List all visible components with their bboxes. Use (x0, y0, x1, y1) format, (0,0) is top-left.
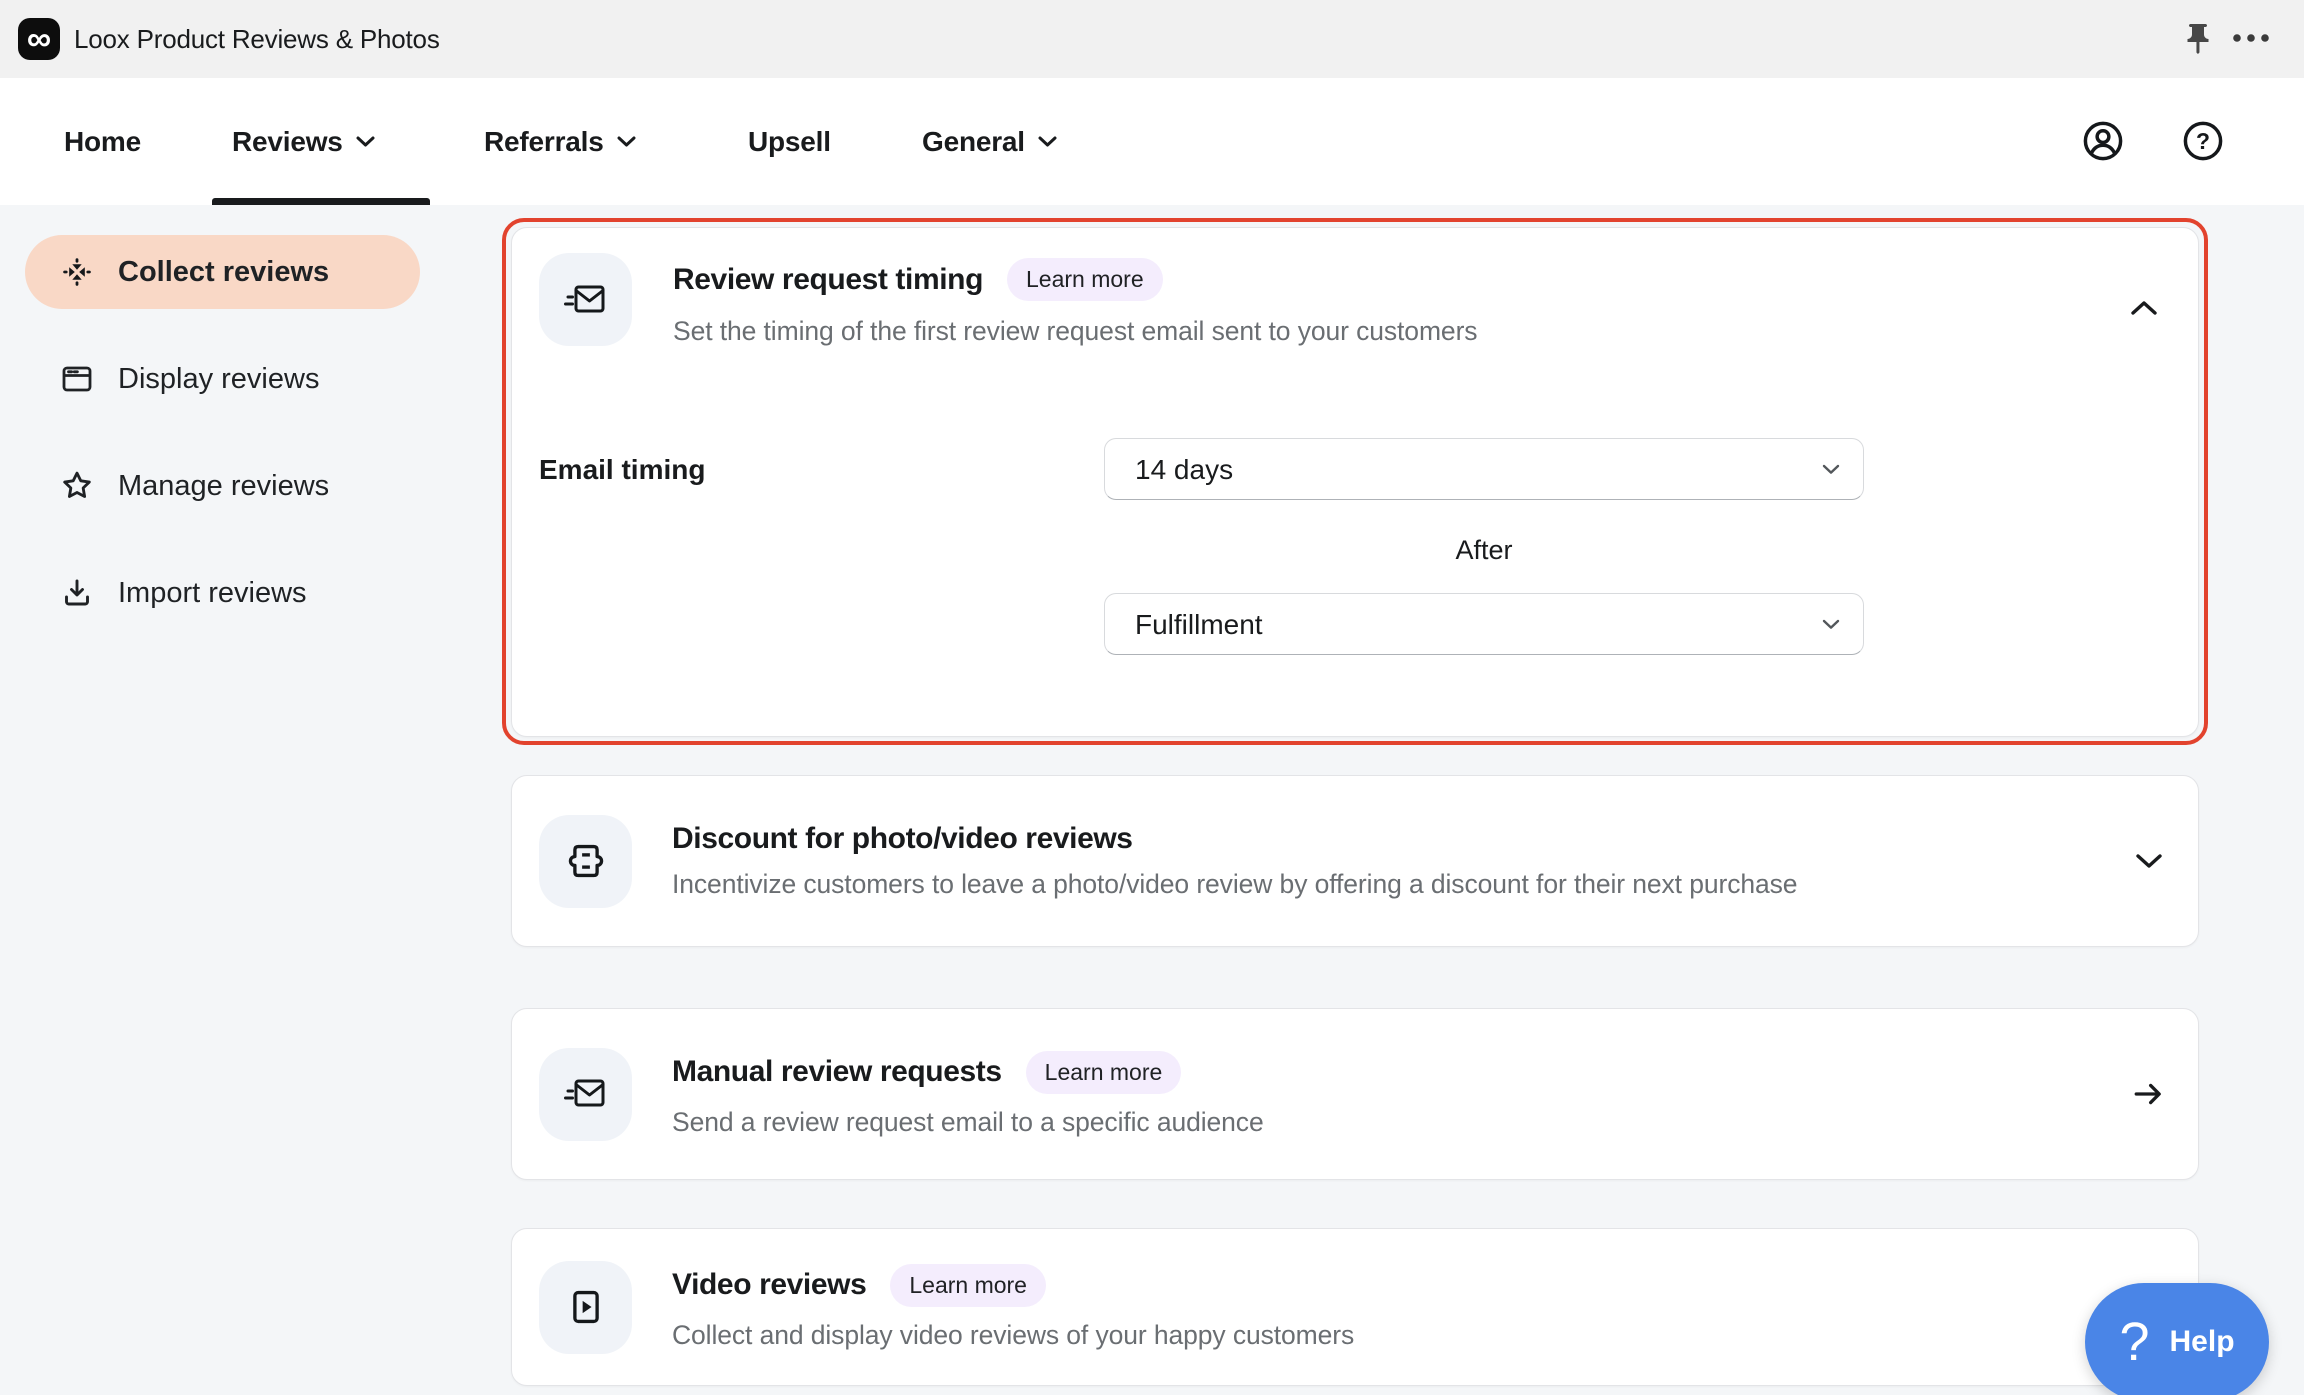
pin-icon[interactable] (2180, 21, 2216, 57)
card-review-request-timing: Review request timing Learn more Set the… (511, 227, 2199, 737)
card-title: Review request timing (673, 263, 983, 297)
app-top-bar: ∞ Loox Product Reviews & Photos (0, 0, 2304, 78)
nav-tab-reviews[interactable]: Reviews (232, 78, 376, 205)
card-title: Video reviews (672, 1268, 866, 1302)
sidebar-item-import-reviews[interactable]: Import reviews (25, 556, 420, 630)
chevron-down-icon (1037, 135, 1058, 148)
card-header-text: Discount for photo/video reviews Incenti… (672, 822, 1797, 900)
card-subtitle: Send a review request email to a specifi… (672, 1107, 1264, 1138)
loox-app-window: ∞ Loox Product Reviews & Photos Home Rev… (0, 0, 2304, 1395)
overflow-menu-icon[interactable] (2230, 31, 2272, 45)
ticket-icon (539, 815, 632, 908)
nav-tab-general[interactable]: General (922, 78, 1058, 205)
nav-tab-reviews-label: Reviews (232, 126, 343, 158)
sidebar-item-label: Display reviews (118, 363, 319, 396)
sidebar-item-manage-reviews[interactable]: Manage reviews (25, 449, 420, 523)
send-mail-icon (539, 1048, 632, 1141)
send-mail-icon (539, 253, 632, 346)
collect-arrows-icon (59, 254, 95, 290)
sidebar-item-display-reviews[interactable]: Display reviews (25, 342, 420, 416)
email-timing-select-wrap: 14 days (1104, 438, 1864, 500)
card-subtitle: Set the timing of the first review reque… (673, 316, 1477, 347)
nav-tab-referrals[interactable]: Referrals (484, 78, 637, 205)
card-header-text: Manual review requests Learn more Send a… (672, 1051, 1264, 1138)
account-icon[interactable] (2081, 119, 2125, 163)
loox-logo-icon: ∞ (18, 18, 60, 60)
card-title: Discount for photo/video reviews (672, 822, 1133, 856)
card-video-reviews[interactable]: Video reviews Learn more Collect and dis… (511, 1228, 2199, 1386)
browser-window-icon (59, 361, 95, 397)
card-subtitle: Incentivize customers to leave a photo/v… (672, 869, 1797, 900)
nav-tab-home-label: Home (64, 126, 141, 158)
sidebar-item-collect-reviews[interactable]: Collect reviews (25, 235, 420, 309)
collapse-chevron-up-icon[interactable] (2119, 290, 2169, 326)
card-header-text: Video reviews Learn more Collect and dis… (672, 1264, 1354, 1351)
nav-tab-general-label: General (922, 126, 1025, 158)
expand-chevron-down-icon[interactable] (2134, 852, 2164, 870)
card-manual-review-requests[interactable]: Manual review requests Learn more Send a… (511, 1008, 2199, 1180)
nav-tab-home[interactable]: Home (64, 78, 141, 205)
nav-tab-referrals-label: Referrals (484, 126, 604, 158)
chevron-down-icon (616, 135, 637, 148)
card-subtitle: Collect and display video reviews of you… (672, 1320, 1354, 1351)
question-mark-glyph: ? (2119, 1315, 2149, 1369)
after-connector-text: After (1104, 535, 1864, 566)
import-download-icon (59, 575, 95, 611)
sidebar-item-label: Manage reviews (118, 470, 329, 503)
timing-event-select[interactable]: Fulfillment (1104, 593, 1864, 655)
svg-text:?: ? (2196, 128, 2210, 154)
content-area: Collect reviews Display reviews (0, 205, 2304, 1395)
learn-more-badge[interactable]: Learn more (1007, 258, 1163, 301)
star-icon (59, 468, 95, 504)
timing-event-select-wrap: Fulfillment (1104, 593, 1864, 655)
card-discount-photo-video[interactable]: Discount for photo/video reviews Incenti… (511, 775, 2199, 947)
nav-tab-upsell-label: Upsell (748, 126, 831, 158)
sidebar-item-label: Import reviews (118, 577, 307, 610)
active-tab-indicator (212, 198, 430, 205)
sidebar-item-label: Collect reviews (118, 256, 329, 289)
arrow-right-icon[interactable] (2132, 1078, 2164, 1110)
app-title: Loox Product Reviews & Photos (74, 0, 440, 78)
help-button-label: Help (2170, 1325, 2235, 1359)
primary-nav: Home Reviews Referrals Upsell General (0, 78, 2304, 205)
learn-more-badge[interactable]: Learn more (1026, 1051, 1182, 1094)
learn-more-badge[interactable]: Learn more (890, 1264, 1046, 1307)
chevron-down-icon (355, 135, 376, 148)
floating-help-button[interactable]: ? Help (2085, 1283, 2269, 1395)
video-play-icon (539, 1261, 632, 1354)
settings-main: Review request timing Learn more Set the… (511, 205, 2199, 1395)
email-timing-label: Email timing (539, 454, 705, 486)
email-timing-select[interactable]: 14 days (1104, 438, 1864, 500)
infinity-glyph: ∞ (27, 22, 51, 56)
card-title: Manual review requests (672, 1055, 1002, 1089)
help-icon[interactable]: ? (2181, 119, 2225, 163)
nav-tab-upsell[interactable]: Upsell (748, 78, 831, 205)
card-header-text: Review request timing Learn more Set the… (673, 258, 1477, 347)
